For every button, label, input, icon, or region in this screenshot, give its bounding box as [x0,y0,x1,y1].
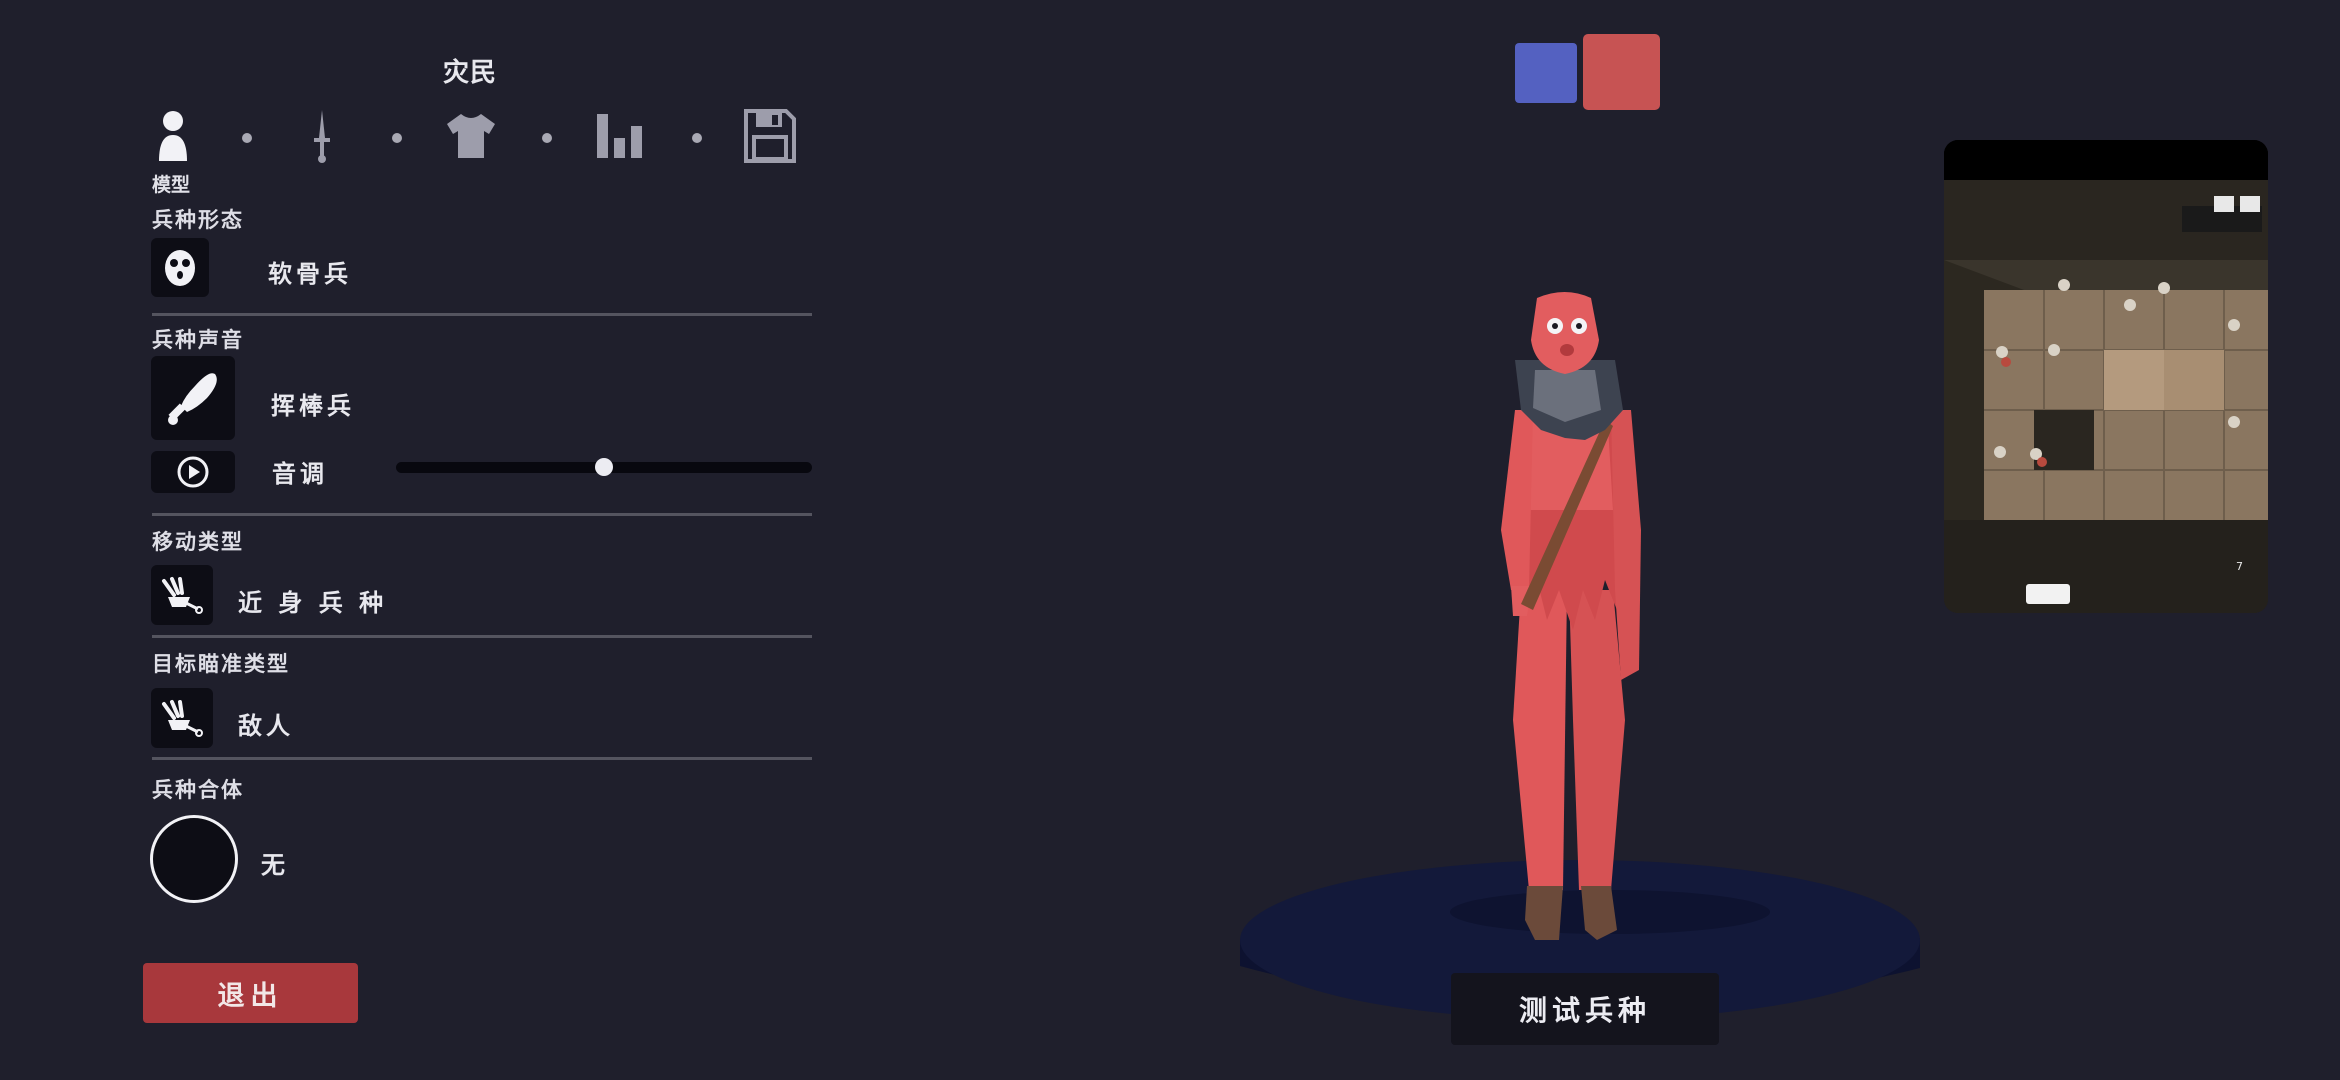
unit-model [1501,292,1641,940]
movement-selector-button[interactable] [151,565,213,625]
movement-value: 近 身 兵 种 [238,589,388,617]
step-separator [542,133,552,143]
save-icon[interactable] [744,108,796,164]
section-divider [152,635,812,638]
pitch-label: 音调 [272,460,328,488]
step-separator [392,133,402,143]
targeting-value: 敌人 [238,712,294,740]
test-unit-button[interactable]: 测试兵种 [1451,973,1719,1045]
pitch-slider[interactable] [396,458,812,476]
team-red-button[interactable] [1583,34,1660,110]
section-divider [152,757,812,760]
form-value: 软骨兵 [268,260,352,288]
step-separator [242,133,252,143]
ragdoll-face-icon [165,249,195,286]
person-icon[interactable] [147,108,199,164]
stats-icon[interactable] [594,108,646,164]
gameplay-preview-thumbnail[interactable]: 7 [1944,140,2268,613]
section-divider [152,513,812,516]
combine-selector-button[interactable] [150,815,238,903]
exit-button[interactable]: 退出 [143,963,358,1023]
play-voice-button[interactable] [151,451,235,493]
section-divider [152,313,812,316]
current-step-label: 模型 [152,174,191,196]
form-section-label: 兵种形态 [152,208,244,232]
club-icon [168,373,217,425]
pitch-slider-knob[interactable] [595,458,613,476]
team-blue-button[interactable] [1515,43,1577,103]
form-selector-button[interactable] [151,238,209,297]
voice-section-label: 兵种声音 [152,328,244,352]
play-icon [177,456,209,488]
preview-counter: 7 [2236,560,2243,573]
movement-section-label: 移动类型 [152,530,244,554]
unit-name-title: 灾民 [443,58,498,88]
shirt-icon[interactable] [445,108,497,164]
voice-value: 挥棒兵 [271,392,355,420]
targeting-section-label: 目标瞄准类型 [152,652,290,676]
step-separator [692,133,702,143]
voice-selector-button[interactable] [151,356,235,440]
sword-icon[interactable] [296,108,348,164]
target-enemy-icon [162,700,203,737]
targeting-selector-button[interactable] [151,688,213,748]
combine-section-label: 兵种合体 [152,778,244,802]
melee-icon [162,577,203,614]
combine-value: 无 [261,851,289,879]
